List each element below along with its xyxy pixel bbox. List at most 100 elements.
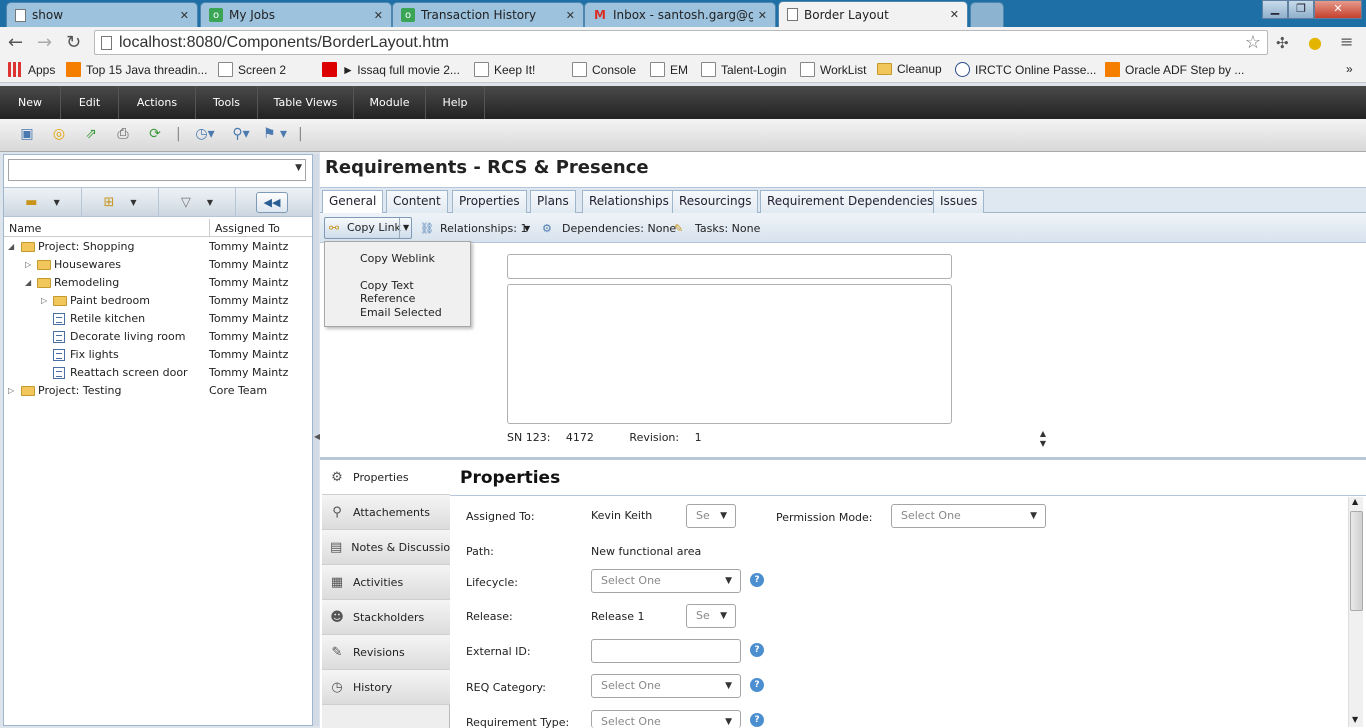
tab-relationships[interactable]: Relationships: [582, 190, 676, 213]
scroll-thumb[interactable]: [1350, 511, 1363, 611]
browser-tab-border-layout[interactable]: Border Layout ✕: [778, 1, 968, 27]
menu-actions[interactable]: Actions: [119, 86, 196, 119]
external-id-input[interactable]: [591, 639, 741, 663]
help-icon[interactable]: ?: [750, 573, 764, 587]
tab-requirement-dependencies[interactable]: Requirement Dependencies: [760, 190, 941, 213]
nav-attachements[interactable]: ⚲ Attachements: [322, 495, 450, 530]
filter-menu-button[interactable]: ▽ ▼: [159, 188, 236, 216]
dependencies-status[interactable]: Dependencies: None: [562, 222, 676, 235]
tree-row[interactable]: ◢ Remodeling Tommy Maintz: [4, 274, 312, 292]
close-window-icon[interactable]: ✕: [1314, 0, 1362, 19]
restore-icon[interactable]: ❐: [1288, 0, 1314, 19]
collapsed-arrow-icon[interactable]: ▷: [8, 382, 14, 400]
save-icon[interactable]: ▣: [19, 126, 35, 142]
expanded-arrow-icon[interactable]: ◢: [8, 238, 14, 256]
tab-issues[interactable]: Issues: [933, 190, 985, 213]
tree-row[interactable]: Retile kitchen Tommy Maintz: [4, 310, 312, 328]
close-tab-icon[interactable]: ✕: [758, 9, 767, 22]
close-tab-icon[interactable]: ✕: [374, 9, 383, 22]
requirement-type-select[interactable]: Select One ▼: [591, 710, 741, 728]
bookmark-oracle-adf[interactable]: Oracle ADF Step by ...: [1105, 62, 1244, 77]
menu-edit[interactable]: Edit: [61, 86, 119, 119]
tree-row[interactable]: Reattach screen door Tommy Maintz: [4, 364, 312, 382]
panel-splitter[interactable]: ◀: [313, 154, 320, 726]
permission-mode-select[interactable]: Select One ▼: [891, 504, 1046, 528]
revision-spinner[interactable]: ▲ ▼: [1035, 429, 1051, 451]
menu-module[interactable]: Module: [354, 86, 426, 119]
menu-help[interactable]: Help: [426, 86, 485, 119]
relationships-count[interactable]: Relationships: 1: [440, 222, 527, 235]
nav-activities[interactable]: ▦ Activities: [322, 565, 450, 600]
bookmark-em[interactable]: EM: [650, 62, 688, 77]
project-select[interactable]: ▼: [8, 159, 306, 181]
expanded-arrow-icon[interactable]: ◢: [25, 274, 31, 292]
menu-item-copy-text-reference[interactable]: Copy Text Reference: [360, 279, 470, 305]
browser-tab-show[interactable]: show ✕: [6, 2, 198, 27]
menu-tools[interactable]: Tools: [196, 86, 258, 119]
description-textarea[interactable]: [507, 284, 952, 424]
lifecycle-select[interactable]: Select One ▼: [591, 569, 741, 593]
help-icon[interactable]: ?: [750, 643, 764, 657]
properties-scrollbar[interactable]: ▲ ▼: [1348, 497, 1363, 727]
menu-table-views[interactable]: Table Views: [258, 86, 354, 119]
nav-stackholders[interactable]: ☻ Stackholders: [322, 600, 450, 635]
tab-general[interactable]: General: [322, 190, 384, 213]
collapse-panel-button[interactable]: ◀◀: [256, 192, 288, 213]
browser-tab-transaction-history[interactable]: o Transaction History ✕: [392, 2, 584, 27]
tree-row[interactable]: Fix lights Tommy Maintz: [4, 346, 312, 364]
url-input[interactable]: localhost:8080/Components/BorderLayout.h…: [94, 30, 1268, 55]
scroll-up-icon[interactable]: ▲: [1352, 497, 1358, 506]
bookmark-issaq-movie[interactable]: ► Issaq full movie 2...: [322, 62, 460, 77]
bookmark-console[interactable]: Console: [572, 62, 636, 77]
close-tab-icon[interactable]: ✕: [180, 9, 189, 22]
refresh-icon[interactable]: ◎: [51, 126, 67, 142]
tree-row[interactable]: ▷ Housewares Tommy Maintz: [4, 256, 312, 274]
scroll-down-icon[interactable]: ▼: [1352, 715, 1358, 724]
search-icon[interactable]: ⚲▾: [228, 126, 254, 142]
menu-new[interactable]: New: [0, 86, 61, 119]
hierarchy-menu-button[interactable]: ⊞ ▼: [82, 188, 159, 216]
chevron-down-icon[interactable]: ▼: [403, 218, 409, 238]
history-clock-icon[interactable]: ◷▾: [192, 126, 218, 142]
folder-menu-button[interactable]: ▬ ▼: [4, 188, 82, 216]
spin-down-icon[interactable]: ▼: [1035, 439, 1051, 449]
assigned-to-select[interactable]: Se ▼: [686, 504, 736, 528]
help-icon[interactable]: ?: [750, 713, 764, 727]
reload-icon[interactable]: ↻: [66, 32, 81, 53]
lightbulb-icon[interactable]: ●: [1308, 33, 1322, 52]
bookmark-worklist[interactable]: WorkList: [800, 62, 866, 77]
forward-icon[interactable]: →: [37, 32, 52, 53]
column-header-name[interactable]: Name: [9, 222, 41, 235]
bookmark-star-icon[interactable]: ☆: [1245, 31, 1261, 54]
minimize-icon[interactable]: ▁: [1262, 0, 1288, 19]
menu-item-email-selected[interactable]: Email Selected: [360, 306, 442, 319]
bookmark-talent-login[interactable]: Talent-Login: [701, 62, 786, 77]
bookmark-java-threading[interactable]: Top 15 Java threadin...: [66, 62, 207, 77]
browser-tab-inbox[interactable]: M Inbox - santosh.garg@gte ✕: [584, 2, 776, 27]
nav-properties[interactable]: ⚙ Properties: [322, 460, 450, 495]
collapsed-arrow-icon[interactable]: ▷: [25, 256, 31, 274]
spin-up-icon[interactable]: ▲: [1035, 429, 1051, 439]
req-category-select[interactable]: Select One ▼: [591, 674, 741, 698]
column-header-assigned[interactable]: Assigned To: [215, 222, 280, 235]
bookmark-icon[interactable]: ⚑ ▾: [260, 126, 290, 142]
chrome-menu-icon[interactable]: ≡: [1340, 32, 1353, 51]
collapsed-arrow-icon[interactable]: ▷: [41, 292, 47, 310]
nav-history[interactable]: ◷ History: [322, 670, 450, 705]
new-tab-button[interactable]: [970, 2, 1004, 27]
bookmark-cleanup[interactable]: Cleanup: [877, 62, 942, 76]
nav-revisions[interactable]: ✎ Revisions: [322, 635, 450, 670]
tab-resourcings[interactable]: Resourcings: [672, 190, 759, 213]
tree-row[interactable]: ◢ Project: Shopping Tommy Maintz: [4, 238, 312, 256]
close-tab-icon[interactable]: ✕: [566, 9, 575, 22]
export-icon[interactable]: ⇗: [83, 126, 99, 142]
sync-icon[interactable]: ⟳: [147, 126, 163, 142]
browser-tab-my-jobs[interactable]: o My Jobs ✕: [200, 2, 392, 27]
bookmark-keep-it[interactable]: Keep It!: [474, 62, 535, 77]
tab-content[interactable]: Content: [386, 190, 448, 213]
copy-link-button[interactable]: ⚯ Copy Link ▼: [324, 217, 412, 239]
tasks-status[interactable]: Tasks: None: [695, 222, 760, 235]
back-icon[interactable]: ←: [8, 32, 23, 53]
tab-plans[interactable]: Plans: [530, 190, 576, 213]
chevron-down-icon[interactable]: ▼: [524, 224, 530, 233]
